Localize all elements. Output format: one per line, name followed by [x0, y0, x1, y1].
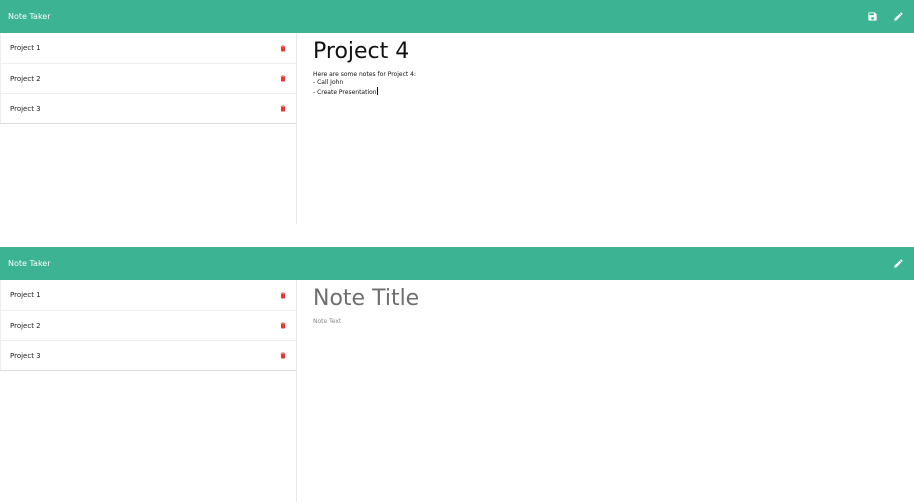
- note-text-input[interactable]: Note Text: [313, 318, 898, 326]
- note-editor: Project 4 Here are some notes for Projec…: [297, 33, 914, 224]
- note-item-label: Project 2: [10, 74, 41, 83]
- trash-icon[interactable]: [278, 321, 287, 331]
- list-item[interactable]: Project 3: [0, 340, 296, 370]
- note-taker-screen-editing: Note Taker Project 1 Project 2 Project 3…: [0, 0, 914, 224]
- list-item[interactable]: Project 2: [0, 63, 296, 93]
- notes-list: Project 1 Project 2 Project 3: [0, 33, 296, 124]
- brand-title[interactable]: Note Taker: [8, 12, 51, 21]
- navbar: Note Taker: [0, 0, 914, 33]
- note-item-label: Project 3: [10, 104, 41, 113]
- note-item-label: Project 2: [10, 321, 41, 330]
- brand-title[interactable]: Note Taker: [8, 259, 51, 268]
- pencil-icon[interactable]: [892, 258, 904, 270]
- note-taker-screen-new: Note Taker Project 1 Project 2 Project 3…: [0, 247, 914, 502]
- trash-icon[interactable]: [278, 43, 287, 53]
- notes-sidebar: Project 1 Project 2 Project 3: [0, 33, 297, 224]
- nav-actions: [892, 258, 904, 270]
- notes-sidebar: Project 1 Project 2 Project 3: [0, 280, 297, 502]
- list-item[interactable]: Project 3: [0, 93, 296, 123]
- navbar: Note Taker: [0, 247, 914, 280]
- trash-icon[interactable]: [278, 74, 287, 84]
- pencil-icon[interactable]: [892, 11, 904, 23]
- list-item[interactable]: Project 1: [0, 33, 296, 63]
- text-cursor: [376, 87, 378, 95]
- main-content: Project 1 Project 2 Project 3: [0, 280, 914, 502]
- note-item-label: Project 1: [10, 44, 41, 52]
- notes-list: Project 1 Project 2 Project 3: [0, 280, 296, 371]
- note-item-label: Project 3: [10, 351, 41, 360]
- main-content: Project 1 Project 2 Project 3: [0, 33, 914, 224]
- nav-actions: [866, 11, 904, 23]
- trash-icon[interactable]: [278, 290, 287, 300]
- note-text-input[interactable]: Here are some notes for Project 4: - Cal…: [313, 71, 898, 97]
- note-title-input[interactable]: Note Title: [313, 286, 898, 312]
- note-editor: Note Title Note Text: [297, 280, 914, 502]
- trash-icon[interactable]: [278, 104, 287, 114]
- save-icon[interactable]: [866, 11, 878, 23]
- note-item-label: Project 1: [10, 291, 41, 299]
- list-item[interactable]: Project 2: [0, 310, 296, 340]
- list-item[interactable]: Project 1: [0, 280, 296, 310]
- trash-icon[interactable]: [278, 351, 287, 361]
- note-text-content: Here are some notes for Project 4: - Cal…: [313, 71, 416, 96]
- note-title-input[interactable]: Project 4: [313, 39, 898, 65]
